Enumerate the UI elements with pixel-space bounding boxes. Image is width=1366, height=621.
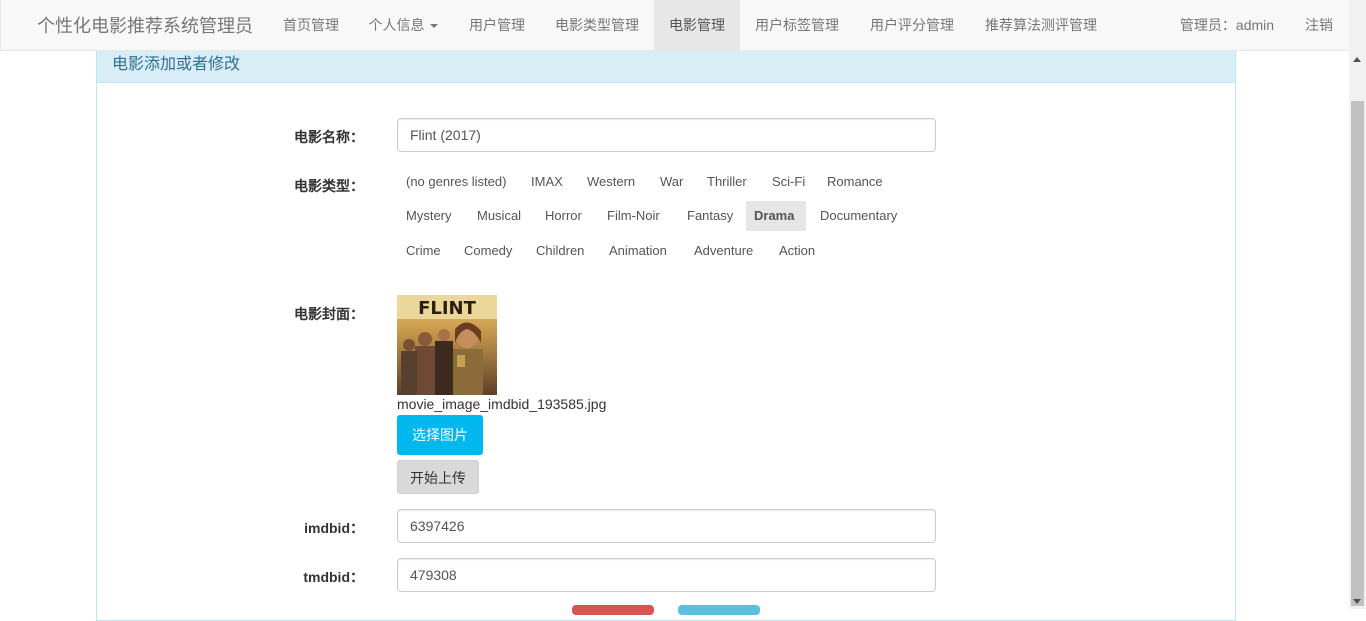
genre-children[interactable]: Children [528, 236, 592, 266]
genre-musical[interactable]: Musical [469, 201, 529, 231]
nav-user-rating-management[interactable]: 用户评分管理 [856, 0, 968, 50]
brand-title[interactable]: 个性化电影推荐系统管理员 [37, 14, 253, 38]
genre-film-noir[interactable]: Film-Noir [599, 201, 668, 231]
nav-user-management[interactable]: 用户管理 [457, 0, 537, 50]
movie-cover-label: 电影封面： [294, 306, 364, 322]
start-upload-button[interactable]: 开始上传 [397, 460, 479, 494]
movie-genre-label: 电影类型： [294, 178, 364, 194]
svg-text:FLINT: FLINT [418, 298, 477, 319]
nav-personal-info[interactable]: 个人信息 [358, 0, 448, 50]
genre-no-genres[interactable]: (no genres listed) [398, 167, 514, 197]
nav-personal-info-label: 个人信息 [368, 17, 425, 33]
nav-algorithm-evaluation-management[interactable]: 推荐算法测评管理 [971, 0, 1111, 50]
genre-comedy[interactable]: Comedy [456, 236, 520, 266]
genre-crime[interactable]: Crime [398, 236, 449, 266]
genre-thriller[interactable]: Thriller [699, 167, 755, 197]
choose-image-button[interactable]: 选择图片 [397, 415, 483, 455]
nav-movie-type-management[interactable]: 电影类型管理 [542, 0, 652, 50]
genre-adventure[interactable]: Adventure [686, 236, 761, 266]
cancel-button[interactable] [572, 605, 654, 615]
tmdbid-input[interactable] [397, 558, 936, 592]
genre-action[interactable]: Action [771, 236, 823, 266]
admin-label[interactable]: 管理员：admin [1169, 0, 1285, 50]
cover-filename: movie_image_imdbid_193585.jpg [397, 396, 607, 412]
genre-western[interactable]: Western [579, 167, 643, 197]
movie-name-label: 电影名称： [294, 129, 364, 145]
scroll-up-arrow-icon[interactable] [1353, 57, 1361, 62]
genre-romance[interactable]: Romance [819, 167, 891, 197]
navbar: 个性化电影推荐系统管理员 首页管理 个人信息 用户管理 电影类型管理 电影管理 … [0, 0, 1349, 51]
nav-movie-management[interactable]: 电影管理 [654, 0, 740, 50]
chevron-down-icon [429, 24, 438, 29]
logout-link[interactable]: 注销 [1297, 0, 1341, 50]
genre-sci-fi[interactable]: Sci-Fi [764, 167, 813, 197]
nav-home-management[interactable]: 首页管理 [271, 0, 351, 50]
vertical-scrollbar[interactable] [1349, 0, 1366, 609]
genre-drama[interactable]: Drama [746, 201, 806, 231]
genre-horror[interactable]: Horror [537, 201, 590, 231]
genre-war[interactable]: War [652, 167, 691, 197]
genre-mystery[interactable]: Mystery [398, 201, 460, 231]
imdbid-input[interactable] [397, 509, 936, 543]
scroll-down-arrow-icon[interactable] [1353, 599, 1361, 604]
nav-user-tag-management[interactable]: 用户标签管理 [741, 0, 853, 50]
movie-poster-image: FLINT [397, 295, 497, 395]
panel-heading: 电影添加或者修改 [97, 51, 1235, 83]
imdbid-label: imdbid： [304, 520, 364, 536]
submit-button[interactable] [678, 605, 760, 615]
tmdbid-label: tmdbid： [303, 569, 364, 585]
movie-name-input[interactable] [397, 118, 936, 152]
genre-imax[interactable]: IMAX [523, 167, 571, 197]
scrollbar-thumb[interactable] [1351, 101, 1364, 606]
genre-animation[interactable]: Animation [601, 236, 675, 266]
genre-documentary[interactable]: Documentary [812, 201, 905, 231]
genre-fantasy[interactable]: Fantasy [679, 201, 741, 231]
